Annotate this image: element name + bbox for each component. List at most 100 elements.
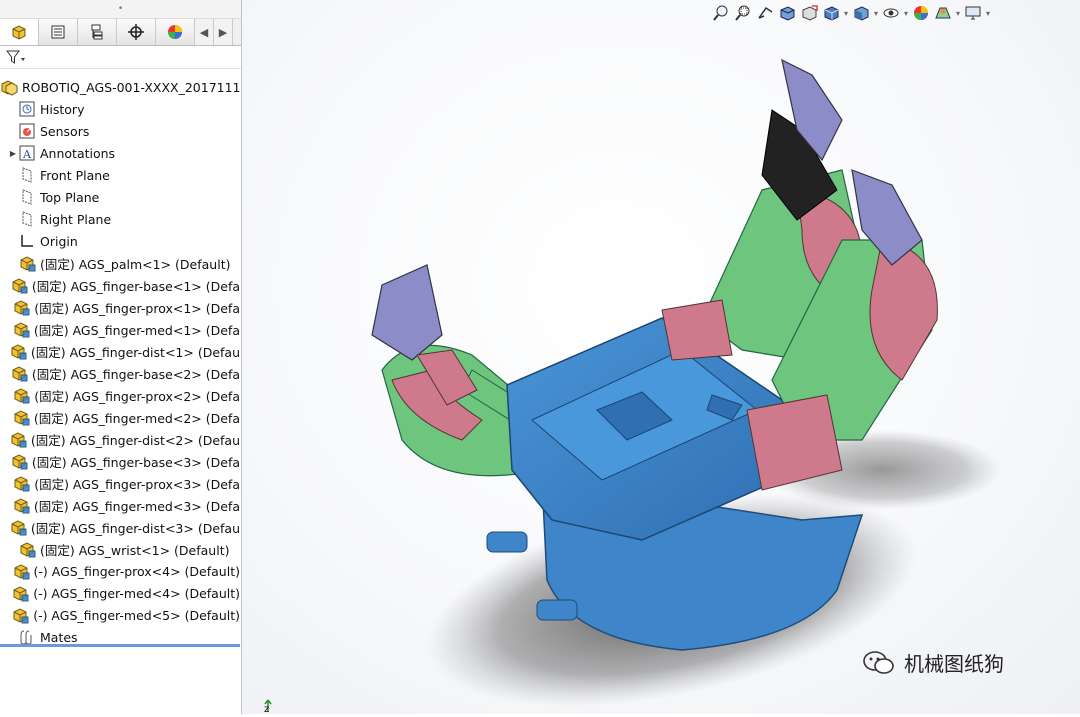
part-icon (12, 320, 30, 338)
tree-item-label: ROBOTIQ_AGS-001-XXXX_20171116 (22, 79, 240, 95)
tree-item-2[interactable]: ▶ A Annotations (0, 142, 240, 164)
tree-item-label: Front Plane (40, 167, 110, 183)
tree-item-1[interactable]: Sensors (0, 120, 240, 142)
tree-item-10[interactable]: (固定) AGS_finger-med<1> (Defa (0, 318, 240, 340)
tree-item-label: (固定) AGS_finger-med<3> (Defa (33, 498, 240, 514)
tree-item-label: (-) AGS_finger-prox<4> (Default) (33, 563, 240, 579)
tree-item-label: (固定) AGS_finger-base<1> (Defa (31, 278, 240, 294)
tree-item-17[interactable]: (固定) AGS_finger-prox<3> (Defa (0, 472, 240, 494)
display-manager-tab[interactable] (156, 19, 195, 45)
part-icon (12, 474, 30, 492)
annotations-icon: A (18, 144, 36, 162)
dimxpert-manager-tab[interactable] (117, 19, 156, 45)
tree-item-15[interactable]: (固定) AGS_finger-dist<2> (Defau (0, 428, 240, 450)
part-icon (12, 298, 30, 316)
rollback-bar[interactable] (0, 644, 240, 647)
property-manager-tab[interactable] (39, 19, 78, 45)
part-icon (12, 408, 30, 426)
tree-item-4[interactable]: Top Plane (0, 186, 240, 208)
tree-item-5[interactable]: Right Plane (0, 208, 240, 230)
tree-item-9[interactable]: (固定) AGS_finger-prox<1> (Defa (0, 296, 240, 318)
feature-manager-tab[interactable] (0, 19, 39, 45)
tree-item-13[interactable]: (固定) AGS_finger-prox<2> (Defa (0, 384, 240, 406)
tabs-scroll-left-button[interactable]: ◀ (195, 19, 214, 45)
tree-item-label: (固定) AGS_finger-prox<2> (Defa (34, 388, 240, 404)
part-icon (11, 584, 29, 602)
configuration-manager-tab[interactable] (78, 19, 117, 45)
part-icon (11, 606, 29, 624)
tree-item-8[interactable]: (固定) AGS_finger-base<1> (Defa (0, 274, 240, 296)
tree-item-16[interactable]: (固定) AGS_finger-base<3> (Defa (0, 450, 240, 472)
gripper-model-render (371, 58, 1002, 707)
part-icon (9, 430, 27, 448)
tree-item-label: (固定) AGS_palm<1> (Default) (40, 256, 231, 272)
part-icon (18, 254, 36, 272)
tree-item-label: (固定) AGS_finger-med<2> (Defa (33, 410, 240, 426)
tree-item-label: Sensors (40, 123, 90, 139)
watermark-text: 机械图纸狗 (904, 652, 1004, 676)
tree-item-11[interactable]: (固定) AGS_finger-dist<1> (Defau (0, 340, 240, 362)
property-manager-icon (51, 25, 65, 39)
tree-item-label: (固定) AGS_finger-prox<3> (Defa (34, 476, 240, 492)
tree-item-label: (固定) AGS_finger-dist<3> (Defau (30, 520, 240, 536)
tree-item-label: History (40, 101, 85, 117)
root-icon (0, 78, 18, 96)
tree-root-assembly[interactable]: ROBOTIQ_AGS-001-XXXX_20171116 (0, 76, 240, 98)
tree-item-20[interactable]: (固定) AGS_wrist<1> (Default) (0, 538, 240, 560)
configuration-manager-icon (91, 24, 103, 40)
tree-item-19[interactable]: (固定) AGS_finger-dist<3> (Defau (0, 516, 240, 538)
part-icon (9, 342, 27, 360)
plane-icon (18, 188, 36, 206)
tree-item-7[interactable]: (固定) AGS_palm<1> (Default) (0, 252, 240, 274)
tree-item-18[interactable]: (固定) AGS_finger-med<3> (Defa (0, 494, 240, 516)
tree-item-label: Top Plane (40, 189, 100, 205)
tree-item-label: (固定) AGS_wrist<1> (Default) (40, 542, 230, 558)
part-icon (12, 386, 30, 404)
tree-item-23[interactable]: (-) AGS_finger-med<5> (Default) (0, 604, 240, 626)
graphics-area[interactable]: ▾ ▾ ▾ ▾ ▾ z 机械图纸狗 (242, 0, 1080, 715)
tree-item-21[interactable]: (-) AGS_finger-prox<4> (Default) (0, 560, 240, 582)
tree-item-label: (固定) AGS_finger-prox<1> (Defa (34, 300, 240, 316)
tree-item-3[interactable]: Front Plane (0, 164, 240, 186)
part-icon (9, 518, 27, 536)
part-icon (12, 496, 30, 514)
part-icon (18, 540, 36, 558)
panel-tabs: ◀ ▶ (0, 19, 241, 46)
panel-grip[interactable]: • (0, 0, 241, 19)
display-manager-icon (168, 25, 182, 39)
tree-item-label: (固定) AGS_finger-dist<2> (Defau (30, 432, 240, 448)
tree-item-22[interactable]: (-) AGS_finger-med<4> (Default) (0, 582, 240, 604)
wechat-icon (863, 650, 894, 674)
tree-item-label: (固定) AGS_finger-dist<1> (Defau (30, 344, 240, 360)
tree-item-6[interactable]: Origin (0, 230, 240, 252)
svg-text:A: A (22, 148, 32, 161)
tree-item-14[interactable]: (固定) AGS_finger-med<2> (Defa (0, 406, 240, 428)
tree-item-label: Origin (40, 233, 78, 249)
part-icon (10, 364, 28, 382)
tree-item-12[interactable]: (固定) AGS_finger-base<2> (Defa (0, 362, 240, 384)
tree-item-0[interactable]: History (0, 98, 240, 120)
tree-item-label: Right Plane (40, 211, 112, 227)
tabs-scroll-right-button[interactable]: ▶ (214, 19, 233, 45)
plane-icon (18, 166, 36, 184)
axis-label: z (264, 704, 270, 715)
tree-item-label: Annotations (40, 145, 116, 161)
expand-arrow-icon[interactable]: ▶ (8, 148, 18, 158)
tree-item-label: (固定) AGS_finger-med<1> (Defa (33, 322, 240, 338)
part-icon (12, 562, 30, 580)
dimxpert-icon (128, 24, 144, 40)
sensors-icon (18, 122, 36, 140)
feature-manager-panel: • ◀ ▶ ROBOTIQ_AGS-001-XXXX_20171116 Histo… (0, 0, 242, 714)
tree-filter[interactable] (0, 46, 241, 69)
